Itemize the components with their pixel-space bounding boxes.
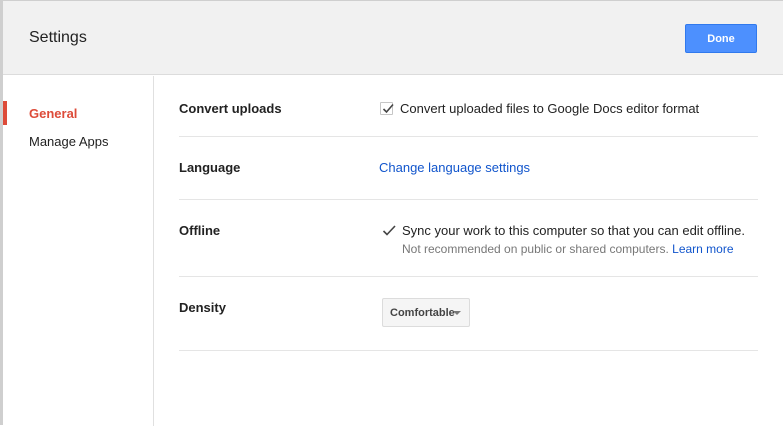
settings-sidebar: General Manage Apps	[3, 76, 154, 426]
language-option: Change language settings	[379, 160, 530, 175]
convert-uploads-text: Convert uploaded files to Google Docs ed…	[400, 101, 700, 116]
sidebar-item-label: General	[29, 105, 78, 121]
density-select[interactable]: Comfortable	[382, 298, 470, 327]
offline-sync-text: Sync your work to this computer so that …	[402, 223, 745, 238]
sidebar-item-manage-apps[interactable]: Manage Apps	[3, 129, 153, 153]
divider	[179, 199, 758, 200]
dialog-header: Settings Done	[3, 1, 783, 75]
sidebar-item-general[interactable]: General	[3, 101, 153, 125]
chevron-down-icon	[453, 311, 461, 315]
offline-note: Not recommended on public or shared comp…	[402, 242, 745, 256]
divider	[179, 276, 758, 277]
offline-note-text: Not recommended on public or shared comp…	[402, 242, 669, 256]
change-language-link[interactable]: Change language settings	[379, 160, 530, 175]
learn-more-link[interactable]: Learn more	[672, 242, 733, 256]
convert-uploads-label: Convert uploads	[179, 101, 282, 116]
sidebar-item-label: Manage Apps	[29, 133, 109, 149]
page-title: Settings	[29, 29, 87, 46]
divider	[179, 350, 758, 351]
density-selected-value: Comfortable	[390, 306, 455, 319]
density-label: Density	[179, 300, 226, 315]
done-button[interactable]: Done	[685, 24, 757, 53]
offline-check[interactable]	[382, 224, 397, 237]
offline-label: Offline	[179, 223, 221, 238]
divider	[179, 136, 758, 137]
checkmark-icon	[382, 225, 396, 236]
convert-uploads-option: Convert uploaded files to Google Docs ed…	[380, 101, 699, 116]
offline-option: Sync your work to this computer so that …	[382, 223, 745, 256]
convert-uploads-checkbox[interactable]	[380, 102, 394, 115]
settings-dialog: Settings Done General Manage Apps Conver…	[0, 0, 783, 426]
language-label: Language	[179, 160, 241, 175]
checkmark-icon	[382, 103, 394, 114]
